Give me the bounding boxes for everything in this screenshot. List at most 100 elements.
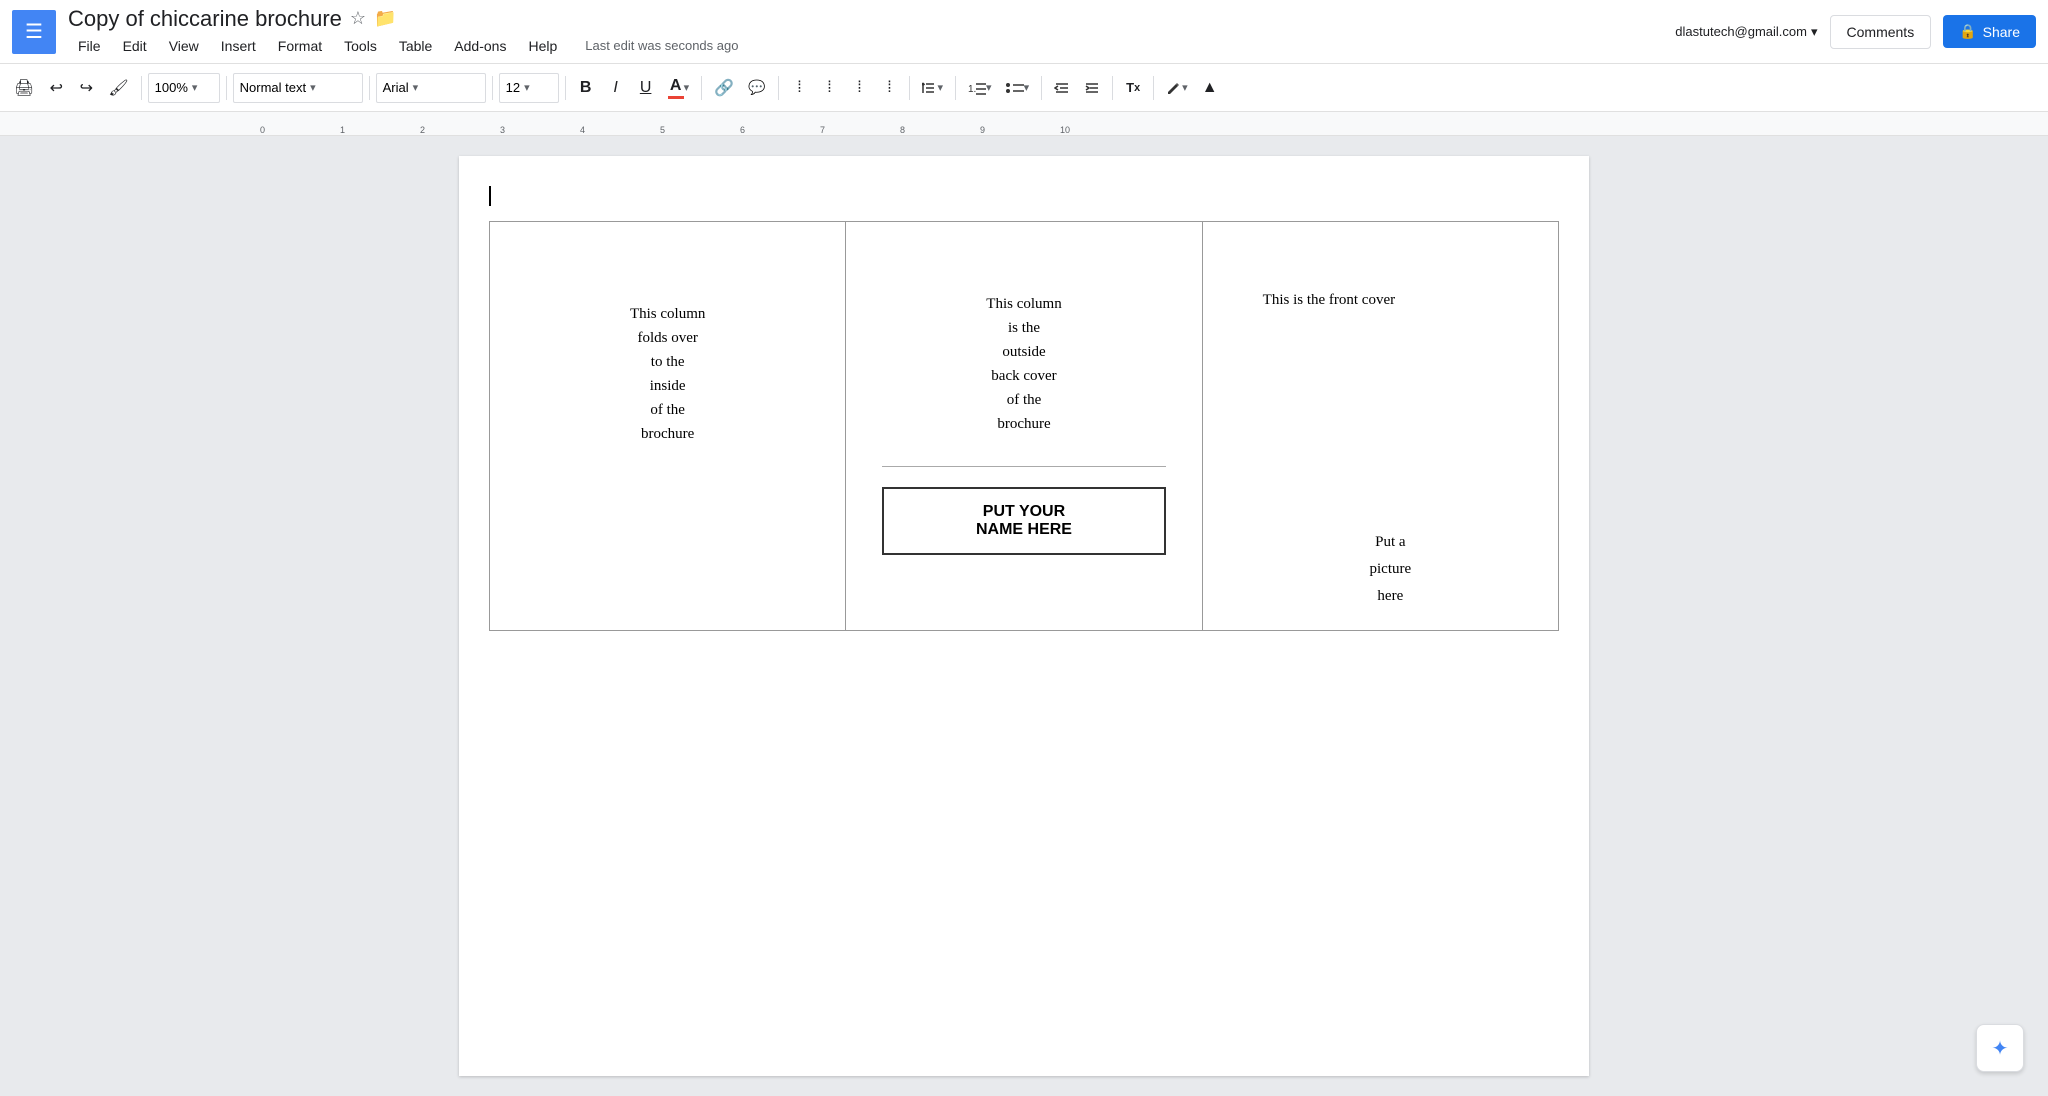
col3-picture-text: Put apicturehere (1223, 309, 1538, 610)
clear-format-button[interactable]: Tx (1119, 72, 1147, 104)
link-button[interactable]: 🔗 (708, 72, 740, 104)
line-spacing-button[interactable]: ▾ (916, 72, 950, 104)
font-value: Arial (383, 80, 409, 95)
ruler-mark-2: 2 (420, 125, 425, 135)
font-select[interactable]: Arial ▾ (376, 73, 486, 103)
pen-chevron: ▾ (1182, 81, 1188, 94)
divider-10 (1041, 76, 1042, 100)
style-value: Normal text (240, 80, 306, 95)
svg-text:1.: 1. (968, 84, 976, 95)
ai-icon: ✦ (1992, 1036, 2009, 1061)
bold-button[interactable]: B (572, 72, 600, 104)
ruler-mark-3: 3 (500, 125, 505, 135)
menu-tools[interactable]: Tools (334, 34, 387, 58)
size-chevron: ▾ (524, 81, 530, 94)
font-size-select[interactable]: 12 ▾ (499, 73, 559, 103)
zoom-value: 100% (155, 80, 188, 95)
menu-bar: File Edit View Insert Format Tools Table… (68, 34, 1675, 58)
style-chevron: ▾ (310, 81, 316, 94)
ruler-mark-10: 10 (1060, 125, 1070, 135)
line-spacing-chevron: ▾ (938, 81, 944, 94)
bullet-list-chevron: ▾ (1024, 81, 1030, 94)
bullet-list-button[interactable]: ▾ (1000, 72, 1036, 104)
numbered-list-chevron: ▾ (986, 81, 992, 94)
ruler-mark-0: 0 (260, 125, 265, 135)
zoom-chevron: ▾ (192, 81, 198, 94)
folder-icon[interactable]: 📁 (374, 8, 396, 29)
undo-button[interactable]: ↩ (42, 72, 70, 104)
name-box: PUT YOURNAME HERE (882, 487, 1166, 555)
menu-help[interactable]: Help (518, 34, 567, 58)
menu-insert[interactable]: Insert (211, 34, 266, 58)
toolbar: 🖨 ↩ ↪ 🖌 100% ▾ Normal text ▾ Arial ▾ 12 … (0, 64, 2048, 112)
italic-button[interactable]: I (602, 72, 630, 104)
col2-content: This columnis theoutsideback coverof the… (866, 242, 1181, 565)
cursor (489, 186, 491, 206)
top-right-actions: dlastutech@gmail.com ▾ Comments 🔒 Share (1675, 15, 2036, 49)
align-right-button[interactable]: ⁞ (845, 72, 873, 104)
divider-3 (369, 76, 370, 100)
top-bar: ☰ Copy of chiccarine brochure ☆ 📁 File E… (0, 0, 2048, 64)
divider-4 (492, 76, 493, 100)
ruler-mark-6: 6 (740, 125, 745, 135)
divider-1 (141, 76, 142, 100)
share-button[interactable]: 🔒 Share (1943, 15, 2036, 48)
divider-9 (955, 76, 956, 100)
dropdown-icon: ▾ (1811, 24, 1818, 40)
menu-addons[interactable]: Add-ons (444, 34, 516, 58)
underline-button[interactable]: U (632, 72, 660, 104)
divider-5 (565, 76, 566, 100)
ruler-inner: 0 1 2 3 4 5 6 7 8 9 10 (0, 112, 2048, 135)
user-email[interactable]: dlastutech@gmail.com ▾ (1675, 24, 1817, 40)
col1-text: This columnfolds overto theinsideof theb… (510, 242, 825, 446)
menu-format[interactable]: Format (268, 34, 332, 58)
table-row: This columnfolds overto theinsideof theb… (490, 222, 1559, 631)
email-text: dlastutech@gmail.com (1675, 24, 1807, 39)
divider-8 (909, 76, 910, 100)
align-justify-button[interactable]: ⁞ (875, 72, 903, 104)
print-button[interactable]: 🖨 (8, 72, 40, 104)
ruler-mark-9: 9 (980, 125, 985, 135)
brochure-table: This columnfolds overto theinsideof theb… (489, 221, 1559, 631)
ai-assistant-button[interactable]: ✦ (1976, 1024, 2024, 1072)
menu-view[interactable]: View (159, 34, 209, 58)
divider-11 (1112, 76, 1113, 100)
pen-button[interactable]: ▾ (1160, 72, 1194, 104)
app-menu-button[interactable]: ☰ (12, 10, 56, 54)
menu-file[interactable]: File (68, 34, 111, 58)
font-color-button[interactable]: A ▾ (662, 72, 696, 104)
comments-button[interactable]: Comments (1830, 15, 1932, 49)
align-left-button[interactable]: ⁞ (785, 72, 813, 104)
style-select[interactable]: Normal text ▾ (233, 73, 363, 103)
comment-button[interactable]: 💬 (742, 72, 771, 104)
font-chevron: ▾ (413, 81, 419, 94)
menu-table[interactable]: Table (389, 34, 442, 58)
divider-12 (1153, 76, 1154, 100)
zoom-select[interactable]: 100% ▾ (148, 73, 220, 103)
column-1-cell: This columnfolds overto theinsideof theb… (490, 222, 846, 631)
doc-title[interactable]: Copy of chiccarine brochure (68, 6, 342, 32)
share-label: Share (1983, 24, 2020, 40)
align-center-button[interactable]: ⁞ (815, 72, 843, 104)
divider-7 (778, 76, 779, 100)
star-icon[interactable]: ☆ (350, 8, 366, 29)
numbered-list-button[interactable]: 1. ▾ (962, 72, 998, 104)
ruler-mark-5: 5 (660, 125, 665, 135)
document-area: This columnfolds overto theinsideof theb… (0, 136, 2048, 1096)
menu-edit[interactable]: Edit (113, 34, 157, 58)
column-3-cell: This is the front cover Put apicturehere (1202, 222, 1558, 631)
ruler: 0 1 2 3 4 5 6 7 8 9 10 (0, 112, 2048, 136)
redo-button[interactable]: ↪ (72, 72, 100, 104)
font-color-letter: A (670, 77, 682, 95)
doc-title-row: Copy of chiccarine brochure ☆ 📁 (68, 6, 1675, 32)
font-color-chevron: ▾ (684, 81, 690, 94)
col2-divider (882, 466, 1166, 467)
collapse-toolbar-button[interactable]: ▲ (1196, 72, 1224, 104)
doc-title-area: Copy of chiccarine brochure ☆ 📁 File Edi… (68, 6, 1675, 58)
indent-less-button[interactable] (1048, 72, 1076, 104)
ruler-mark-7: 7 (820, 125, 825, 135)
column-2-cell: This columnis theoutsideback coverof the… (846, 222, 1202, 631)
paint-format-button[interactable]: 🖌 (102, 72, 134, 104)
indent-more-button[interactable] (1078, 72, 1106, 104)
lock-icon: 🔒 (1959, 23, 1976, 40)
